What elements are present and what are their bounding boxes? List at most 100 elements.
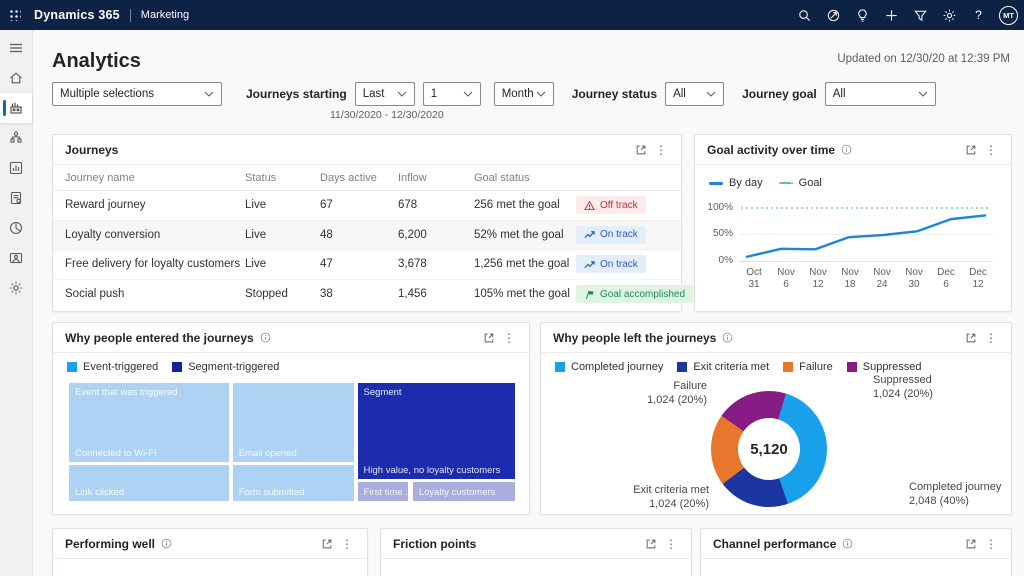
more-options-icon[interactable]: ⋮ [661,533,681,555]
treemap-cell-label: Connected to Wi-Fi [75,448,156,459]
range-mode-value: Last [363,88,385,100]
table-cell: Off track [576,196,669,214]
column-header: Journey name [65,172,245,184]
expand-icon[interactable] [317,533,337,555]
goal-status-badge: Goal accomplished [576,285,693,303]
journey-status-dropdown[interactable]: All [665,82,724,106]
info-icon[interactable] [841,144,852,155]
goal-status-badge: Off track [576,196,646,214]
journey-multiselect-dropdown[interactable]: Multiple selections [52,82,222,106]
table-cell: 38 [320,288,398,300]
x-axis-tick: Oct31 [739,267,769,291]
donut-center: 5,120 [738,418,800,480]
treemap-group-label: Event that was triggered [75,387,177,398]
expand-icon[interactable] [641,533,661,555]
more-options-icon[interactable]: ⋮ [499,327,519,349]
journey-status-label: Journey status [572,87,657,101]
info-icon[interactable] [842,538,853,549]
treemap-cell[interactable]: Email opened [233,383,354,462]
goal-chart-legend: By dayGoal [709,177,822,189]
help-icon[interactable]: ? [964,0,993,30]
compass-icon[interactable] [819,0,848,30]
sidebar-item-settings[interactable] [0,273,32,303]
table-cell: 1,256 met the goal [474,258,576,270]
range-unit-dropdown[interactable]: Month [494,82,554,106]
table-cell: 6,200 [398,229,474,241]
search-icon[interactable] [790,0,819,30]
donut-chart[interactable]: 5,120 [711,391,827,507]
table-cell: On track [576,226,669,244]
treemap-cell-label: High value, no loyalty customers [364,465,501,476]
x-axis-tick: Nov6 [771,267,801,291]
donut-callout: Suppressed1,024 (20%) [873,373,933,401]
sidebar-item-analytics[interactable] [0,93,32,123]
sidebar-item-assets[interactable] [0,243,32,273]
table-cell: Live [245,229,320,241]
expand-icon[interactable] [631,139,651,161]
table-cell: Free delivery for loyalty customers [65,258,245,270]
x-axis-tick: Dec12 [963,267,993,291]
app-window: Dynamics 365 Marketing ? MT [0,0,1024,576]
table-row[interactable]: Free delivery for loyalty customersLive4… [53,250,681,280]
info-icon[interactable] [161,538,172,549]
table-row[interactable]: Social pushStopped381,456105% met the go… [53,280,681,310]
more-options-icon[interactable]: ⋮ [337,533,357,555]
treemap-cell[interactable]: Form submitted [233,465,354,501]
chevron-down-icon [397,91,407,97]
range-count-dropdown[interactable]: 1 [423,82,481,106]
expand-icon[interactable] [479,327,499,349]
more-options-icon[interactable]: ⋮ [981,533,1001,555]
x-axis-tick: Nov12 [803,267,833,291]
more-options-icon[interactable]: ⋮ [651,139,671,161]
treemap-cell[interactable]: SegmentHigh value, no loyalty customers [358,383,515,479]
treemap-cell[interactable]: Loyalty customers [413,482,515,501]
add-icon[interactable] [877,0,906,30]
info-icon[interactable] [260,332,271,343]
topbar-divider [130,9,131,22]
hamburger-menu-icon[interactable] [0,33,32,63]
x-axis-tick: Nov24 [867,267,897,291]
legend-swatch [709,182,723,185]
table-row[interactable]: Loyalty conversionLive486,20052% met the… [53,221,681,251]
sidebar-item-segments[interactable] [0,213,32,243]
left-journeys-card: Why people left the journeys ⋮ Completed… [540,322,1012,515]
module-title[interactable]: Marketing [141,9,189,21]
legend-item: Segment-triggered [172,361,279,373]
treemap-cell[interactable]: Link clicked [69,465,229,501]
treemap-cell[interactable]: First time ... [358,482,409,501]
sidebar-item-flow[interactable] [0,123,32,153]
waffle-menu-icon[interactable] [0,0,30,30]
lightbulb-icon[interactable] [848,0,877,30]
table-cell: 52% met the goal [474,229,576,241]
avatar[interactable]: MT [999,6,1018,25]
chevron-down-icon [204,91,214,97]
treemap-cell[interactable]: Event that was triggered Connected to Wi-… [69,383,229,462]
table-cell: 67 [320,199,398,211]
card-header: Why people entered the journeys ⋮ [53,323,529,353]
sidebar-item-forms[interactable] [0,183,32,213]
goal-status-badge: On track [576,255,646,273]
card-header: Goal activity over time ⋮ [695,135,1011,165]
chevron-down-icon [918,91,928,97]
x-axis-tick: Dec6 [931,267,961,291]
card-title: Journeys [65,143,118,157]
range-count-value: 1 [431,88,437,100]
chevron-down-icon [706,91,716,97]
table-cell: 678 [398,199,474,211]
goal-chart-x-axis: Oct31Nov6Nov12Nov18Nov24Nov30Dec6Dec12 [739,267,993,291]
journey-goal-dropdown[interactable]: All [825,82,936,106]
app-title[interactable]: Dynamics 365 [34,8,120,22]
expand-icon[interactable] [961,533,981,555]
filter-icon[interactable] [906,0,935,30]
sidebar-item-home[interactable] [0,63,32,93]
gear-icon[interactable] [935,0,964,30]
expand-icon[interactable] [961,139,981,161]
donut-callout: Exit criteria met1,024 (20%) [571,483,709,511]
card-header: Channel performance ⋮ [701,529,1011,559]
table-row[interactable]: Reward journeyLive67678256 met the goalO… [53,191,681,221]
range-mode-dropdown[interactable]: Last [355,82,415,106]
sidebar-item-charts[interactable] [0,153,32,183]
table-cell: 256 met the goal [474,199,576,211]
table-cell: 48 [320,229,398,241]
more-options-icon[interactable]: ⋮ [981,139,1001,161]
